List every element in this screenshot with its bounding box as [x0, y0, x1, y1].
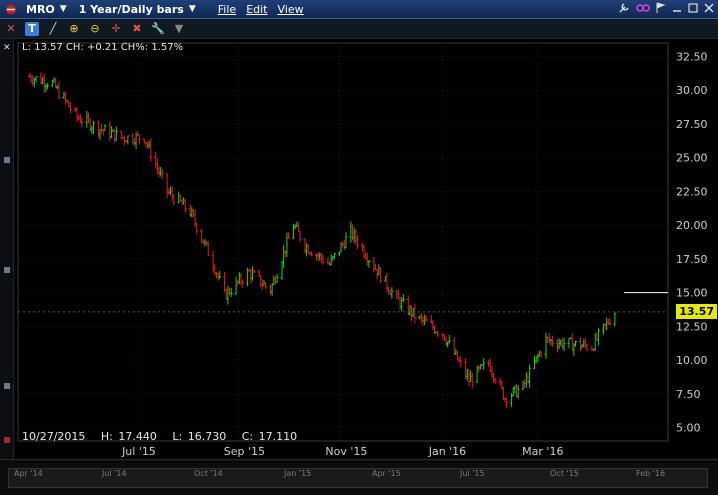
x-tick-label: Jan '16	[428, 445, 466, 458]
crosshair-icon[interactable]: ✛	[109, 22, 123, 36]
maximize-icon[interactable]	[688, 2, 698, 14]
text-tool-icon[interactable]: T	[25, 21, 39, 36]
close-chart-icon[interactable]: ✕	[4, 22, 18, 36]
period-dropdown-icon[interactable]: ▼	[189, 4, 196, 14]
zoom-in-icon[interactable]: ⊕	[67, 22, 81, 36]
menu-view[interactable]: View	[278, 3, 304, 16]
y-tick-label: 20.00	[676, 219, 708, 232]
price-chart[interactable]: 32.50 30.00 27.50 25.00 22.50 20.00 17.50 15.00…	[14, 39, 718, 459]
menu-edit[interactable]: Edit	[246, 3, 267, 16]
ohlc-close: C: 17.110	[241, 430, 298, 443]
x-tick-label: Sep '15	[224, 445, 265, 458]
symbol-dropdown-icon[interactable]: ▼	[60, 4, 67, 14]
y-tick-label: 22.50	[676, 185, 708, 198]
y-tick-label: 27.50	[676, 118, 708, 131]
rail-handle-1[interactable]	[4, 157, 10, 163]
close-icon[interactable]	[704, 2, 714, 14]
app-logo-icon	[6, 4, 16, 15]
link-icon[interactable]	[636, 2, 650, 14]
y-tick-label: 32.50	[676, 50, 708, 63]
wrench-icon[interactable]	[618, 2, 630, 14]
ov-label-7: Feb '16	[636, 469, 666, 478]
last-price-tag: 13.57	[676, 304, 717, 319]
chart-svg: 32.50 30.00 27.50 25.00 22.50 20.00 17.50 15.00…	[17, 42, 708, 458]
y-tick-label: 7.50	[676, 388, 701, 401]
ov-label-2: Oct '14	[194, 469, 223, 478]
y-tick-label: 15.00	[676, 287, 708, 300]
ohlc-readout: 10/27/2015 H: 17.440 L: 16.730 C: 17.110	[22, 430, 307, 443]
dropdown-icon[interactable]: ▼	[172, 22, 186, 36]
y-tick-label: 17.50	[676, 253, 708, 266]
ohlc-high: H: 17.440	[100, 430, 157, 443]
ohlc-date: 10/27/2015	[22, 430, 86, 443]
rail-close-icon[interactable]: ✕	[3, 43, 11, 53]
y-tick-label: 30.00	[676, 84, 708, 97]
overview-strip[interactable]: Apr '14 Jul '14 Oct '14 Jan '15 Apr '15 …	[0, 459, 718, 495]
ov-label-5: Jul '15	[460, 469, 485, 478]
flag-icon[interactable]	[656, 2, 666, 14]
settings-icon[interactable]: 🔧	[151, 22, 165, 36]
x-tick-label: Mar '16	[522, 445, 563, 458]
chart-info-line: L: 13.57 CH: +0.21 CH%: 1.57%	[22, 42, 184, 53]
chart-toolbar: ✕ T ╱ ⊕ ⊖ ✛ ✖ 🔧 ▼	[0, 19, 718, 39]
ov-label-1: Jul '14	[102, 469, 127, 478]
left-rail: ✕	[0, 39, 14, 459]
rail-close-bottom-icon[interactable]	[4, 437, 10, 443]
zoom-out-icon[interactable]: ⊖	[88, 22, 102, 36]
x-tick-label: Jul '15	[121, 445, 156, 458]
ov-label-3: Jan '15	[284, 469, 312, 478]
title-menu-bar: MRO ▼ 1 Year/Daily bars ▼ File Edit View	[0, 0, 718, 19]
symbol-label[interactable]: MRO	[26, 3, 55, 16]
rail-scroll-down-icon[interactable]	[4, 383, 10, 389]
period-selector[interactable]: 1 Year/Daily bars	[79, 3, 184, 16]
y-tick-label: 5.00	[676, 422, 701, 435]
draw-line-icon[interactable]: ╱	[46, 22, 60, 36]
delete-icon[interactable]: ✖	[130, 22, 144, 36]
ov-label-4: Apr '15	[372, 469, 401, 478]
y-tick-label: 12.50	[676, 320, 708, 333]
ov-label-6: Oct '15	[550, 469, 579, 478]
minimize-icon[interactable]	[672, 2, 682, 14]
y-tick-label: 25.00	[676, 152, 708, 165]
x-tick-label: Nov '15	[325, 445, 367, 458]
y-tick-label: 10.00	[676, 354, 708, 367]
menu-file[interactable]: File	[218, 3, 236, 16]
rail-handle-2[interactable]	[4, 267, 10, 273]
ov-label-0: Apr '14	[14, 469, 43, 478]
ohlc-low: L: 16.730	[172, 430, 227, 443]
